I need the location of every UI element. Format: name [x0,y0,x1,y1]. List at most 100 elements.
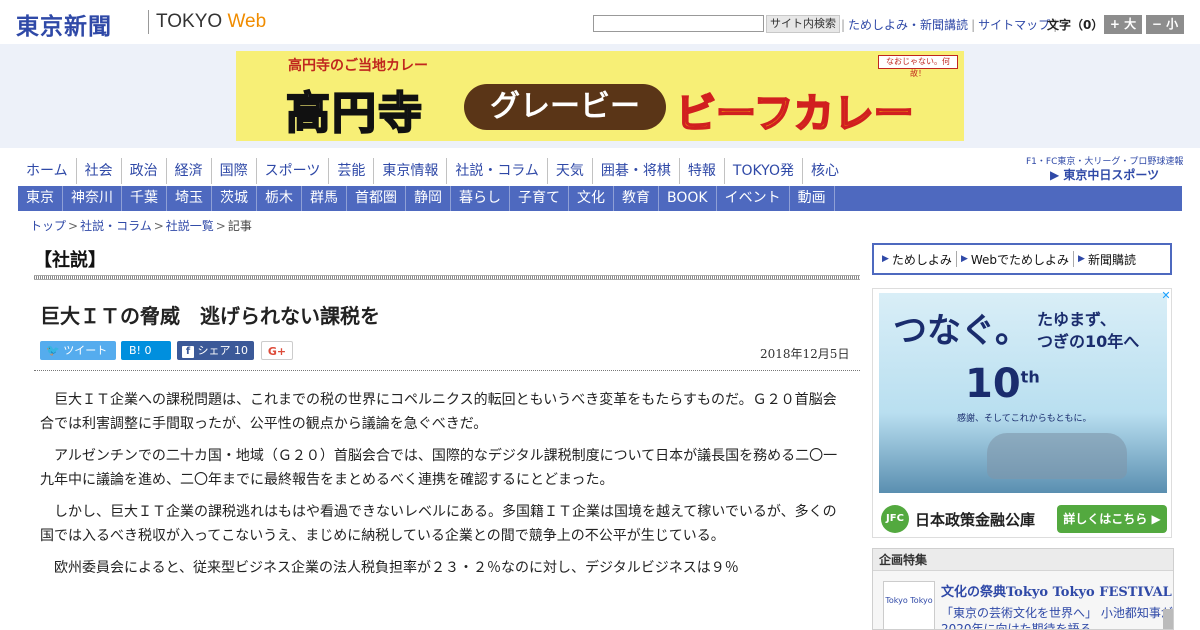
article-paragraph: 欧州委員会によると、従来型ビジネス企業の法人税負担率が２３・２％なのに対し、デジ… [54,560,739,576]
jfc-logo: JFC [881,505,909,533]
nav-book[interactable]: BOOK [659,186,717,211]
nav-lifestyle[interactable]: 暮らし [451,186,510,211]
site-search-button[interactable]: サイト内検索 [766,15,840,33]
nav-region-tochigi[interactable]: 栃木 [257,186,302,211]
triangle-right-icon: ▶ [960,254,968,264]
feature-title-link[interactable]: 文化の祭典Tokyo Tokyo FESTIVAL [941,581,1172,600]
tweet-button[interactable]: 🐦 ツイート [40,341,116,360]
article-paragraph: アルゼンチンでの二十カ国・地域（Ｇ２０）首脳会合では、国際的なデジタル課税制度に… [40,448,838,488]
nav-item-economy[interactable]: 経済 [167,158,212,184]
nav-education[interactable]: 教育 [614,186,659,211]
article-paragraph: しかし、巨大ＩＴ企業の課税逃れはもはや看過できないレベルにある。多国籍ＩＴ企業は… [40,504,837,544]
trial-read-label: ためしよみ [891,252,952,267]
breadcrumb-top[interactable]: トップ [30,219,66,233]
breadcrumb-editorial-list[interactable]: 社説一覧 [166,219,214,233]
subscription-buttons: ▶ ためしよみ ▶ Webでためしよみ ▶ 新聞購読 [872,243,1172,275]
font-larger-button[interactable]: + 大 [1104,15,1142,34]
triangle-right-icon: ▶ [1078,254,1085,264]
feature-heading: 企画特集 [873,549,1173,571]
search-input[interactable] [593,15,764,32]
breadcrumb-editorial[interactable]: 社説・コラム [80,219,152,233]
article-date: 2018年12月5日 [760,347,850,361]
subscribe-link[interactable]: ためしよみ・新聞講読 [848,18,968,32]
subscribe-button[interactable]: ▶ 新聞購読 [1074,251,1140,268]
nav-parenting[interactable]: 子育て [510,186,569,211]
nav-item-tokuho[interactable]: 特報 [680,158,725,184]
header-links: | ためしよみ・新聞講読 | サイトマップ | [838,16,1060,33]
feature-scrollbar[interactable] [1163,609,1173,629]
nav-region-tokyo[interactable]: 東京 [18,186,63,211]
facebook-share-button[interactable]: f シェア 10 [177,341,254,360]
nav-item-sports[interactable]: スポーツ [257,158,330,184]
nav-item-kakushin[interactable]: 核心 [803,158,847,184]
ad-10-number: 10 [965,361,1021,407]
ad-footer: JFC 日本政策金融公庫 詳しくはこちら ▶ [873,499,1171,537]
nav-item-home[interactable]: ホーム [18,158,77,184]
link-separator: | [841,18,846,32]
nav-item-international[interactable]: 国際 [212,158,257,184]
ad-hands-graphic [987,433,1127,479]
nav-region-kanagawa[interactable]: 神奈川 [63,186,122,211]
nav-region-ibaraki[interactable]: 茨城 [212,186,257,211]
ad-10th-mark: 10th [965,361,1040,407]
feature-summary-link[interactable]: 「東京の芸術文化を世界へ」 小池都知事が2020年に向けた期待を語る [941,605,1173,629]
trial-read-button[interactable]: ▶ ためしよみ [878,251,956,268]
nav-item-tokyo-hatsu[interactable]: TOKYO発 [725,158,803,184]
nav-item-entertainment[interactable]: 芸能 [329,158,375,184]
ad-catch-line: たゆまず、 [1037,310,1116,329]
nav-region-shutoken[interactable]: 首都圏 [347,186,406,211]
web-trial-read-label: Webでためしよみ [970,252,1070,267]
feature-box: 企画特集 Tokyo Tokyo 文化の祭典Tokyo Tokyo FESTIV… [872,548,1174,630]
section-divider [34,275,860,280]
facebook-share-label: シェア 10 [197,344,249,357]
font-smaller-button[interactable]: − 小 [1146,15,1184,34]
ad-handshake-photo: つなぐ。 たゆまず、つぎの10年へ 10th 感謝、そしてこれからもともに。 [879,293,1167,493]
article-paragraph: 巨大ＩＴ企業への課税問題は、これまでの税の世界にコペルニクス的転回ともいうべき変… [40,392,837,432]
primary-nav: ホーム 社会 政治 経済 国際 スポーツ 芸能 東京情報 社説・コラム 天気 囲… [18,158,847,184]
sitemap-link[interactable]: サイトマップ [978,18,1050,32]
nav-event[interactable]: イベント [717,186,790,211]
ad-catch-line: つぎの10年へ [1037,332,1140,351]
nav-region-chiba[interactable]: 千葉 [122,186,167,211]
google-plus-button[interactable]: G+ [261,341,293,360]
ad-close-icon[interactable]: ✕ [1160,290,1172,302]
breadcrumb: トップ > 社説・コラム > 社説一覧 > 記事 [30,217,252,234]
ad-title: 高円寺 [285,87,424,140]
article-headline: 巨大ＩＴの脅威 逃げられない課税を [40,304,380,328]
ad-tagline: 感謝、そしてこれからもともに。 [957,414,1092,424]
nav-region-shizuoka[interactable]: 静岡 [406,186,451,211]
breadcrumb-separator: > [215,219,226,233]
nav-item-society[interactable]: 社会 [77,158,122,184]
curry-ad-banner[interactable]: 高円寺のご当地カレー 高円寺 グレービー ビーフカレー なおじゃない。何故！ [236,51,964,141]
nav-culture[interactable]: 文化 [569,186,614,211]
nav-video[interactable]: 動画 [790,186,835,211]
ad-stamp: なおじゃない。何故！ [878,55,958,78]
nav-region-gunma[interactable]: 群馬 [302,186,347,211]
site-logo[interactable]: 東京新聞 [16,7,112,41]
section-label: 【社説】 [34,250,106,271]
subscribe-label: 新聞購読 [1087,252,1136,267]
nav-item-tokyo-info[interactable]: 東京情報 [374,158,448,184]
breadcrumb-separator: > [153,219,164,233]
twitter-bird-icon: 🐦 [46,344,60,357]
ad-catch-big: つなぐ。 [893,311,1029,351]
tokyo-web-logo[interactable]: TOKYO Web [156,11,266,33]
web-trial-read-button[interactable]: ▶ Webでためしよみ [957,251,1073,268]
chunichi-sports-logo[interactable]: ▶ 東京中日スポーツ [1050,166,1159,183]
nav-region-saitama[interactable]: 埼玉 [167,186,212,211]
ad-catch-small: たゆまず、つぎの10年へ [1037,309,1139,353]
site-header: 東京新聞 TOKYO Web サイト内検索 | ためしよみ・新聞講読 | サイトマップ… [0,0,1200,44]
nav-item-editorial[interactable]: 社説・コラム [447,158,548,184]
feature-thumbnail[interactable]: Tokyo Tokyo [883,581,935,629]
breadcrumb-current: 記事 [227,219,252,233]
facebook-f-icon: f [182,346,194,358]
link-separator: | [971,18,976,32]
logo-web-text: Web [227,11,267,32]
jfc-sidebar-ad[interactable]: つなぐ。 たゆまず、つぎの10年へ 10th 感謝、そしてこれからもともに。 J… [872,288,1172,538]
ad-details-button[interactable]: 詳しくはこちら ▶ [1057,505,1167,533]
nav-item-igo-shogi[interactable]: 囲碁・将棋 [593,158,680,184]
hatena-bookmark-button[interactable]: B! 0 [121,341,171,360]
nav-item-weather[interactable]: 天気 [548,158,593,184]
triangle-right-icon: ▶ [882,254,889,264]
nav-item-politics[interactable]: 政治 [122,158,167,184]
